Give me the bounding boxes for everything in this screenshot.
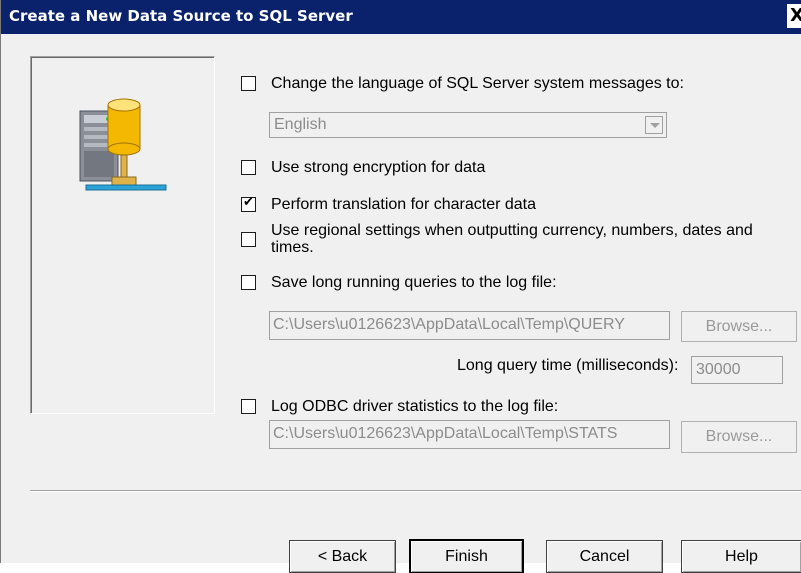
close-button[interactable]: X (787, 4, 801, 28)
translation-label: Perform translation for character data (271, 196, 537, 213)
close-icon: X (790, 5, 801, 26)
stats-log-path-value: C:\Users\u0126623\AppData\Local\Temp\STA… (273, 425, 618, 442)
footer-separator (30, 490, 801, 492)
database-server-icon (79, 98, 167, 191)
translation-checkbox[interactable] (241, 195, 256, 212)
window-title: Create a New Data Source to SQL Server (9, 7, 353, 25)
long-queries-label: Save long running queries to the log fil… (271, 274, 557, 291)
driver-stats-label: Log ODBC driver statistics to the log fi… (271, 398, 559, 415)
long-query-time-input[interactable]: 30000 (691, 356, 783, 384)
wizard-image-panel (30, 56, 215, 414)
long-query-time-label: Long query time (milliseconds): (457, 357, 679, 374)
regional-settings-label-line2: times. (271, 239, 314, 256)
change-language-checkbox[interactable] (241, 76, 256, 91)
long-query-time-value: 30000 (696, 361, 741, 378)
title-bar[interactable]: Create a New Data Source to SQL Server X (1, 0, 801, 34)
query-log-path-input[interactable]: C:\Users\u0126623\AppData\Local\Temp\QUE… (269, 311, 670, 340)
back-button[interactable]: < Back (289, 540, 396, 573)
query-log-path-value: C:\Users\u0126623\AppData\Local\Temp\QUE… (273, 316, 625, 333)
chevron-down-icon[interactable] (645, 116, 663, 134)
language-select[interactable]: English (269, 112, 667, 138)
finish-button[interactable]: Finish (410, 540, 523, 573)
regional-settings-label-line1: Use regional settings when outputting cu… (271, 222, 753, 239)
stats-browse-button[interactable]: Browse... (681, 421, 797, 453)
language-select-value: English (274, 116, 327, 133)
cancel-button[interactable]: Cancel (546, 540, 663, 573)
stats-log-path-input[interactable]: C:\Users\u0126623\AppData\Local\Temp\STA… (269, 420, 670, 449)
regional-settings-checkbox[interactable] (241, 232, 256, 247)
help-button[interactable]: Help (681, 540, 801, 573)
query-browse-button[interactable]: Browse... (681, 311, 797, 342)
change-language-label: Change the language of SQL Server system… (271, 75, 684, 92)
driver-stats-checkbox[interactable] (241, 399, 256, 414)
dialog-window: Create a New Data Source to SQL Server X (0, 0, 801, 573)
strong-encryption-label: Use strong encryption for data (271, 159, 486, 176)
strong-encryption-checkbox[interactable] (241, 160, 256, 175)
long-queries-checkbox[interactable] (241, 275, 256, 290)
